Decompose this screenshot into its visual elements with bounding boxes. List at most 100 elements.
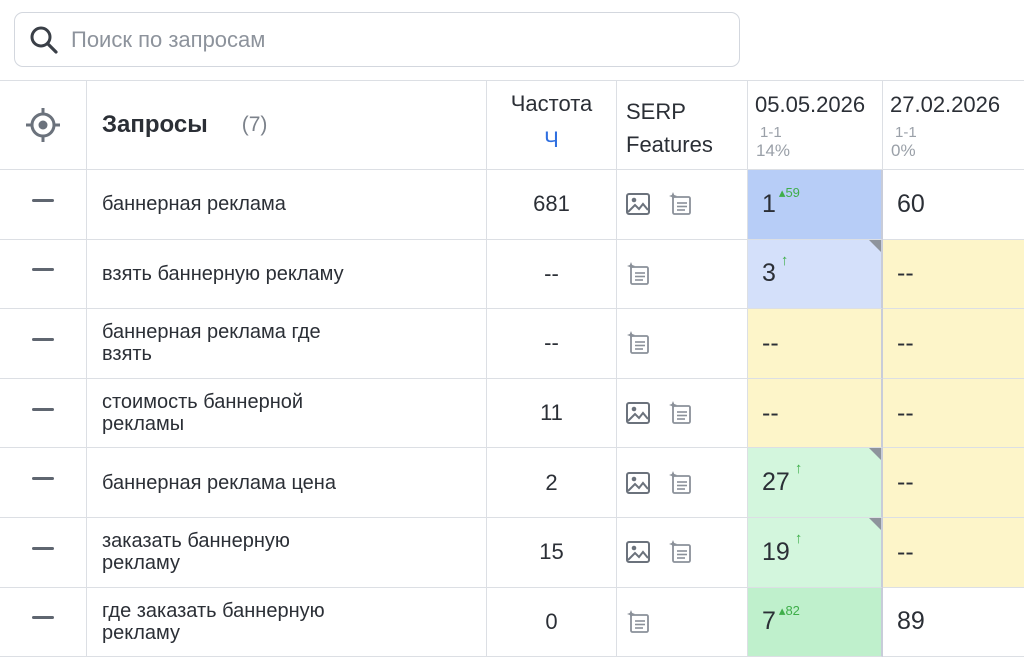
minus-icon (32, 546, 54, 550)
image-icon[interactable] (625, 470, 651, 496)
frequency-cell: 15 (487, 518, 617, 588)
frequency-cell: -- (487, 309, 617, 379)
query-text-line1: стоимость баннерной (102, 391, 304, 414)
position-cell-date2[interactable]: -- (883, 448, 1024, 518)
snippet-icon[interactable] (667, 539, 693, 565)
query-text-line2: рекламу (102, 621, 180, 644)
image-icon[interactable] (625, 539, 651, 565)
position-cell-date2[interactable]: 89 (883, 587, 1024, 658)
minus-icon (32, 407, 54, 411)
frequency-cell: -- (487, 239, 617, 310)
query-cell[interactable]: баннерная реклама цена (87, 448, 487, 518)
minus-icon (32, 268, 54, 272)
serp-features-cell (617, 309, 748, 379)
frequency-cell: 11 (487, 378, 617, 449)
query-cell[interactable]: взять баннерную рекламу (87, 239, 487, 310)
minus-icon (32, 616, 54, 620)
position-cell-date1[interactable]: 27 ↑ (748, 448, 883, 518)
minus-icon (32, 477, 54, 481)
position-cell-date2[interactable]: -- (883, 239, 1024, 310)
position-cell-date2[interactable]: -- (883, 309, 1024, 379)
position-value: -- (897, 259, 914, 288)
query-text-line1: баннерная реклама цена (102, 471, 336, 494)
position-value: 7 (762, 607, 776, 636)
remove-query-button[interactable] (0, 518, 87, 588)
query-cell[interactable]: заказать баннерную рекламу (87, 518, 487, 588)
query-text-line1: заказать баннерную (102, 530, 290, 553)
remove-query-button[interactable] (0, 448, 87, 518)
up-arrow-icon: ↑ (794, 460, 803, 478)
remove-query-button[interactable] (0, 170, 87, 240)
frequency-unit[interactable]: Ч (487, 127, 616, 153)
image-icon[interactable] (625, 400, 651, 426)
date-percent: 14% (756, 141, 791, 160)
position-value: 19 (762, 537, 790, 566)
position-cell-date2[interactable]: -- (883, 518, 1024, 588)
query-text-line2: взять (102, 343, 152, 366)
date-column-header-1[interactable]: 05.05.2026 1-1 14% (748, 80, 883, 170)
frequency-cell: 2 (487, 448, 617, 518)
serp-features-cell (617, 378, 748, 449)
query-cell[interactable]: стоимость баннерной рекламы (87, 378, 487, 449)
query-text-line1: взять баннерную рекламу (102, 262, 344, 285)
target-column-header[interactable] (0, 80, 87, 170)
snippet-icon[interactable] (625, 330, 651, 356)
remove-query-button[interactable] (0, 309, 87, 379)
query-text-line1: баннерная реклама где (102, 321, 321, 344)
position-value: -- (762, 328, 779, 357)
serp-features-cell (617, 170, 748, 240)
position-cell-date1[interactable]: 3 ↑ (748, 239, 883, 310)
snippet-icon[interactable] (667, 191, 693, 217)
note-flag-icon (869, 518, 881, 530)
position-cell-date1[interactable]: -- (748, 309, 883, 379)
query-cell[interactable]: где заказать баннерную рекламу (87, 587, 487, 658)
serp-title-line1: SERP (626, 99, 686, 124)
serp-features-cell (617, 518, 748, 588)
remove-query-button[interactable] (0, 587, 87, 658)
position-cell-date2[interactable]: -- (883, 378, 1024, 449)
image-icon[interactable] (625, 191, 651, 217)
position-value: 27 (762, 468, 790, 497)
remove-query-button[interactable] (0, 378, 87, 449)
position-cell-date1[interactable]: 1 ▴59 (748, 170, 883, 240)
position-value: 60 (897, 189, 925, 218)
serp-column-header[interactable]: SERP Features (617, 80, 748, 170)
query-text-line1: где заказать баннерную (102, 599, 325, 622)
frequency-column-header[interactable]: Частота Ч (487, 80, 617, 170)
position-delta: ▴82 (778, 602, 800, 618)
date-label: 05.05.2026 (755, 92, 866, 117)
snippet-icon[interactable] (667, 470, 693, 496)
search-input[interactable] (71, 26, 671, 53)
date-column-header-2[interactable]: 27.02.2026 1-1 0% (883, 80, 1024, 170)
position-cell-date2[interactable]: 60 (883, 170, 1024, 240)
serp-features-cell (617, 587, 748, 658)
snippet-icon[interactable] (625, 609, 651, 635)
crosshair-icon (26, 108, 60, 142)
queries-count: (7) (241, 113, 268, 136)
remove-query-button[interactable] (0, 239, 87, 310)
date-label: 27.02.2026 (890, 92, 1001, 117)
position-value: -- (897, 398, 914, 427)
search-box[interactable] (14, 12, 740, 67)
minus-icon (32, 337, 54, 341)
snippet-icon[interactable] (667, 400, 693, 426)
position-value: -- (897, 537, 914, 566)
position-delta: ▴59 (778, 185, 800, 200)
position-cell-date1[interactable]: -- (748, 378, 883, 449)
date-range: 1-1 (895, 124, 917, 141)
serp-title-line2: Features (626, 132, 713, 157)
queries-column-header[interactable]: Запросы (7) (87, 80, 487, 170)
query-cell[interactable]: баннерная реклама где взять (87, 309, 487, 379)
position-cell-date1[interactable]: 7 ▴82 (748, 587, 883, 658)
snippet-icon[interactable] (625, 261, 651, 287)
date-percent: 0% (891, 141, 916, 160)
queries-title: Запросы (102, 111, 208, 138)
positions-table: Запросы (7) Частота Ч SERP Features 05.0… (0, 80, 1024, 658)
frequency-title: Частота (510, 91, 593, 116)
query-text-line2: рекламы (102, 413, 185, 436)
query-text-line1: баннерная реклама (102, 193, 286, 216)
query-text-line2: рекламу (102, 552, 180, 575)
position-cell-date1[interactable]: 19 ↑ (748, 518, 883, 588)
query-cell[interactable]: баннерная реклама (87, 170, 487, 240)
position-value: -- (897, 468, 914, 497)
